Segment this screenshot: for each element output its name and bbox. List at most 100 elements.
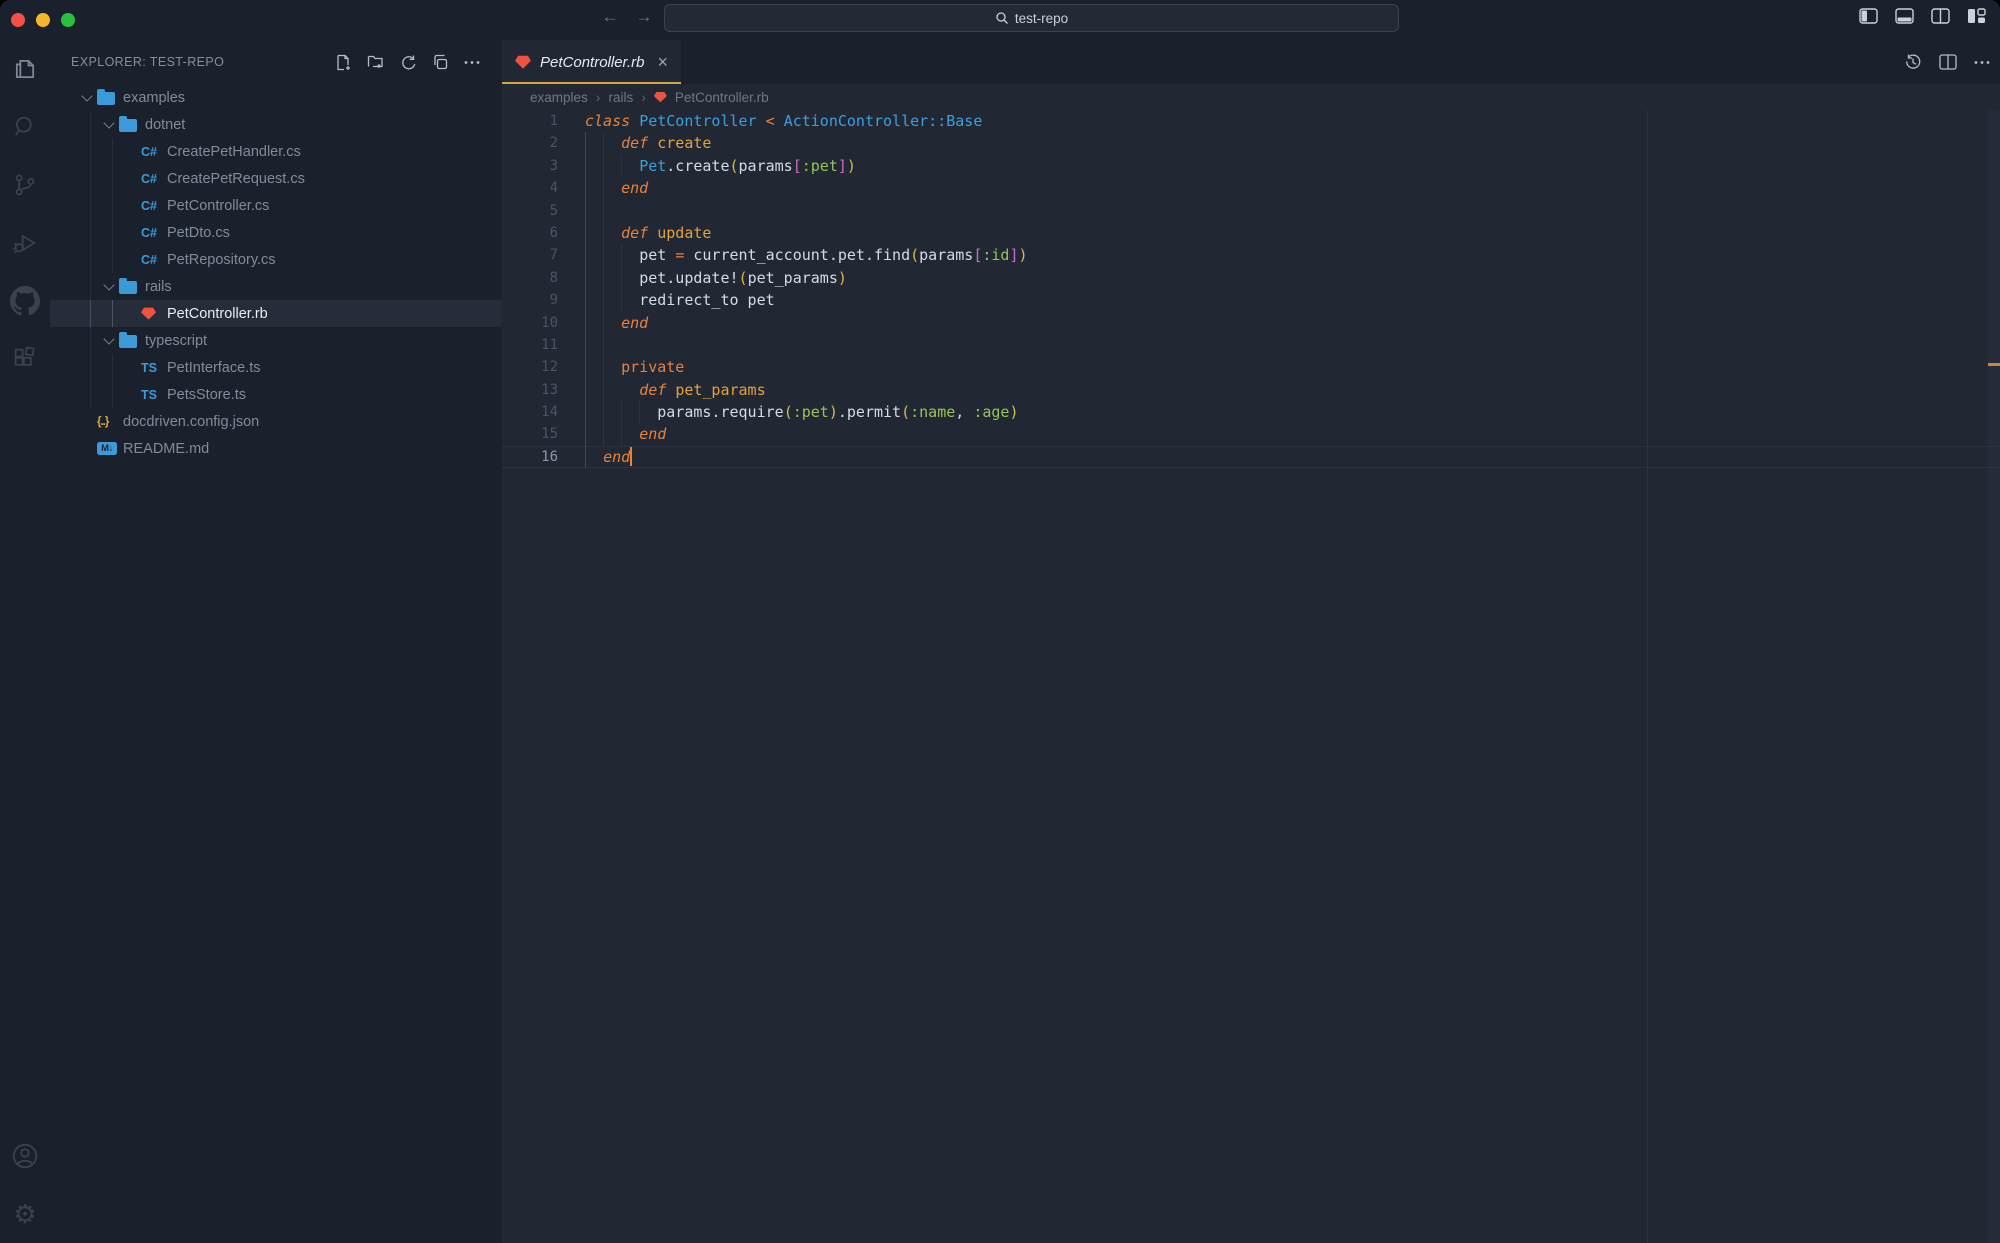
tab-bar: PetController.rb × <box>502 40 2000 84</box>
tab-petcontroller-rb[interactable]: PetController.rb × <box>502 40 681 84</box>
code-line-15[interactable]: 15 end <box>502 423 2000 445</box>
line-number: 11 <box>502 334 558 356</box>
code-line-1[interactable]: 1class PetController < ActionController:… <box>502 110 2000 132</box>
code-line-10[interactable]: 10 end <box>502 312 2000 334</box>
csharp-icon: C# <box>141 172 157 186</box>
toggle-primary-sidebar-icon[interactable] <box>1859 8 1878 24</box>
tree-indent-guide <box>90 381 91 408</box>
folder-icon <box>97 92 115 105</box>
csharp-icon: C# <box>141 199 157 213</box>
timeline-icon[interactable] <box>1904 53 1922 71</box>
activity-bar: ⚙ <box>0 40 50 1243</box>
refresh-explorer-icon[interactable] <box>400 54 417 71</box>
extensions-icon[interactable] <box>0 330 50 388</box>
ruby-icon <box>141 307 156 321</box>
new-folder-icon[interactable] <box>367 54 385 70</box>
line-number: 9 <box>502 289 558 311</box>
code-line-2[interactable]: 2 def create <box>502 132 2000 154</box>
minimize-window-button[interactable] <box>36 13 50 27</box>
breadcrumb-item-examples[interactable]: examples <box>530 90 588 105</box>
folder-icon <box>119 335 137 348</box>
editor-more-actions-icon[interactable] <box>1974 60 1990 65</box>
tree-indent-guide <box>90 273 91 300</box>
tree-item-label: CreatePetRequest.cs <box>167 171 305 187</box>
customize-layout-icon[interactable] <box>1967 8 1986 24</box>
code-line-3[interactable]: 3 Pet.create(params[:pet]) <box>502 155 2000 177</box>
tree-item-createpethandler-cs[interactable]: C#CreatePetHandler.cs <box>50 138 502 165</box>
tree-item-rails[interactable]: rails <box>50 273 502 300</box>
line-number: 10 <box>502 312 558 334</box>
tab-label: PetController.rb <box>540 54 645 71</box>
tree-item-petrepository-cs[interactable]: C#PetRepository.cs <box>50 246 502 273</box>
tree-item-typescript[interactable]: typescript <box>50 327 502 354</box>
github-icon[interactable] <box>0 272 50 330</box>
search-label: test-repo <box>1015 11 1068 26</box>
account-icon[interactable] <box>0 1127 50 1185</box>
code-line-12[interactable]: 12 private <box>502 356 2000 378</box>
navigate-back-button[interactable]: ← <box>598 5 622 29</box>
code-line-14[interactable]: 14 params.require(:pet).permit(:name, :a… <box>502 401 2000 423</box>
tree-item-dotnet[interactable]: dotnet <box>50 111 502 138</box>
code-line-7[interactable]: 7 pet = current_account.pet.find(params[… <box>502 244 2000 266</box>
line-number: 2 <box>502 132 558 154</box>
split-editor-icon[interactable] <box>1939 54 1957 70</box>
tree-item-label: examples <box>123 90 185 106</box>
settings-gear-icon[interactable]: ⚙ <box>0 1185 50 1243</box>
line-number: 7 <box>502 244 558 266</box>
tree-indent-guide <box>90 219 91 246</box>
tree-item-createpetrequest-cs[interactable]: C# CreatePetRequest.cs <box>50 165 502 192</box>
code-line-5[interactable]: 5 <box>502 200 2000 222</box>
tree-indent-guide <box>112 219 113 246</box>
source-control-icon[interactable] <box>0 156 50 214</box>
toggle-secondary-sidebar-icon[interactable] <box>1931 8 1950 24</box>
breadcrumb-separator: › <box>596 89 601 105</box>
tree-indent-guide <box>90 354 91 381</box>
code-line-8[interactable]: 8 pet.update!(pet_params) <box>502 267 2000 289</box>
code-editor[interactable]: 1class PetController < ActionController:… <box>502 110 2000 1243</box>
code-line-11[interactable]: 11 <box>502 334 2000 356</box>
tree-item-petinterface-ts[interactable]: TSPetInterface.ts <box>50 354 502 381</box>
search-icon[interactable] <box>0 98 50 156</box>
titlebar: ← → test-repo <box>0 0 2000 40</box>
code-line-13[interactable]: 13 def pet_params <box>502 379 2000 401</box>
tree-item-petcontroller-rb[interactable]: PetController.rb <box>50 300 502 327</box>
tree-item-label: PetController.rb <box>167 306 268 322</box>
chevron-down-icon <box>103 333 114 344</box>
run-debug-icon[interactable] <box>0 214 50 272</box>
code-line-6[interactable]: 6 def update <box>502 222 2000 244</box>
ruby-icon <box>654 91 667 103</box>
tree-indent-guide <box>90 138 91 165</box>
new-file-icon[interactable] <box>335 54 352 71</box>
tree-item-label: PetDto.cs <box>167 225 230 241</box>
tree-item-petcontroller-cs[interactable]: C#PetController.cs <box>50 192 502 219</box>
traffic-lights <box>11 13 75 27</box>
tree-item-docdriven-config-json[interactable]: {..}docdriven.config.json <box>50 408 502 435</box>
code-line-9[interactable]: 9 redirect_to pet <box>502 289 2000 311</box>
csharp-icon: C# <box>141 145 157 159</box>
explorer-header: EXPLORER: TEST-REPO <box>50 40 502 84</box>
tree-item-examples[interactable]: examples <box>50 84 502 111</box>
breadcrumb-item-rails[interactable]: rails <box>608 90 633 105</box>
close-window-button[interactable] <box>11 13 25 27</box>
tree-indent-guide <box>112 138 113 165</box>
navigate-forward-button[interactable]: → <box>632 5 656 29</box>
toggle-panel-icon[interactable] <box>1895 8 1914 24</box>
tree-item-petsstore-ts[interactable]: TSPetsStore.ts <box>50 381 502 408</box>
tree-indent-guide <box>112 354 113 381</box>
code-line-16[interactable]: 16 end <box>502 446 2000 468</box>
search-icon <box>995 11 1009 25</box>
code-line-4[interactable]: 4 end <box>502 177 2000 199</box>
command-center-search[interactable]: test-repo <box>664 4 1399 32</box>
line-number: 14 <box>502 401 558 423</box>
line-number: 3 <box>502 155 558 177</box>
zoom-window-button[interactable] <box>61 13 75 27</box>
breadcrumb-item-petcontroller-rb[interactable]: PetController.rb <box>654 90 769 105</box>
indent-guide <box>603 200 604 222</box>
vscode-window: ← → test-repo <box>0 0 2000 1243</box>
explorer-more-actions-icon[interactable] <box>464 60 480 65</box>
explorer-icon[interactable] <box>0 40 50 98</box>
tree-item-readme-md[interactable]: M↓README.md <box>50 435 502 462</box>
collapse-folders-icon[interactable] <box>432 54 449 71</box>
tree-item-petdto-cs[interactable]: C#PetDto.cs <box>50 219 502 246</box>
close-tab-icon[interactable]: × <box>658 54 669 70</box>
